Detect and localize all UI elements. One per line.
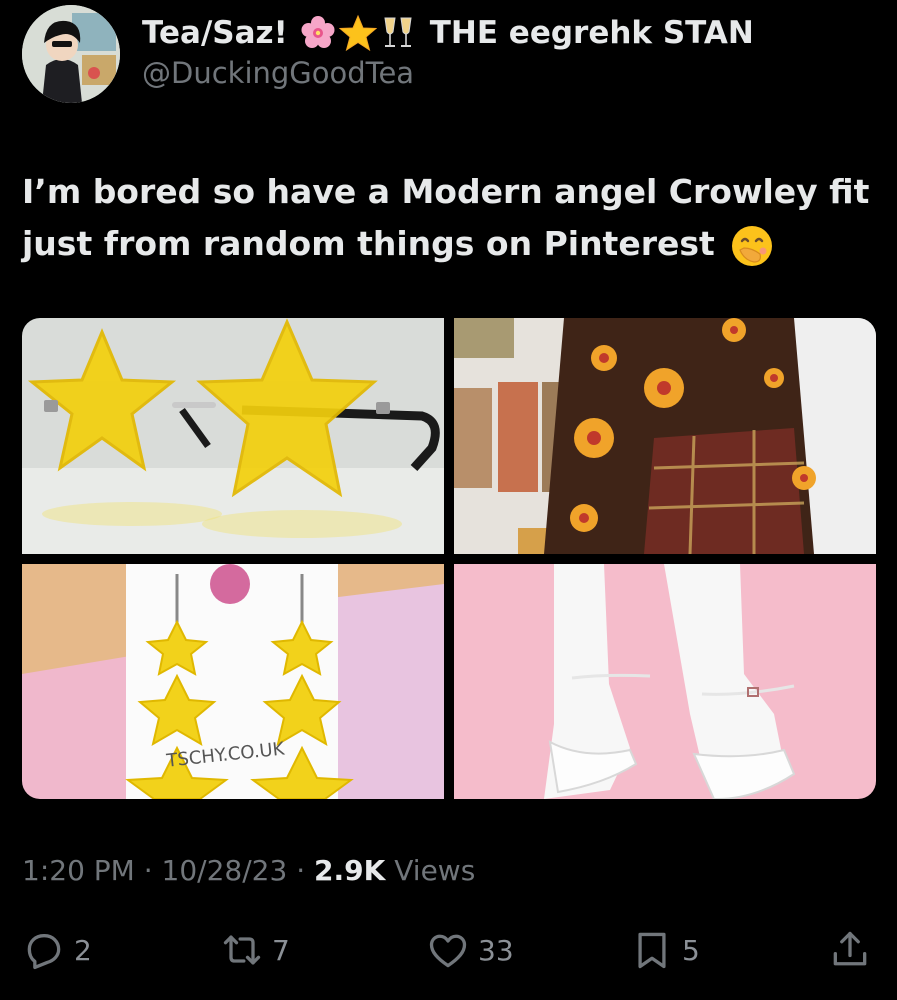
media-star-earrings[interactable]: TSCHY.CO.UK [22,564,444,799]
display-name[interactable]: Tea/Saz! THE eegrehk STAN [142,14,754,52]
reply-button[interactable]: 2 [22,920,92,980]
media-grid: TSCHY.CO.UK [22,318,876,799]
face-with-hand-over-mouth-icon [730,224,774,268]
like-count: 33 [478,933,514,967]
media-flower-cardigan[interactable] [454,318,876,554]
bookmark-button[interactable]: 5 [630,920,700,980]
repost-button[interactable]: 7 [220,920,290,980]
media-star-sunglasses[interactable] [22,318,444,554]
repost-icon [223,935,261,965]
star-sunglasses-image [22,318,444,554]
views-label: Views [394,854,476,887]
tweet-text: I’m bored so have a Modern angel Crowley… [22,166,872,270]
heart-icon [429,934,467,968]
avatar-illustration [22,5,120,103]
handle[interactable]: @DuckingGoodTea [142,56,414,90]
reply-count: 2 [74,933,92,967]
tweet-date[interactable]: 10/28/23 [162,854,288,887]
tweet-meta: 1:20 PM · 10/28/23 · 2.9K Views [22,854,475,887]
meta-separator: · [296,854,306,887]
tweet-time[interactable]: 1:20 PM [22,854,135,887]
meta-separator: · [143,854,153,887]
media-socks-shoes[interactable] [454,564,876,799]
socks-shoes-image [454,564,876,799]
reply-icon [27,934,61,970]
display-name-suffix: THE eegrehk STAN [429,15,754,51]
views-count: 2.9K [314,854,386,887]
share-icon [833,931,867,966]
flower-cardigan-image [454,318,876,554]
repost-count: 7 [272,933,290,967]
display-name-text: Tea/Saz! [142,15,288,51]
star-earrings-image: TSCHY.CO.UK [22,564,444,799]
avatar[interactable] [22,5,120,103]
cherry-blossom-icon [299,14,337,52]
action-bar: 2 7 33 5 [22,920,876,980]
share-button[interactable] [828,920,872,980]
star-icon [338,14,378,52]
like-button[interactable]: 33 [426,920,514,980]
bookmark-count: 5 [682,933,700,967]
bookmark-icon [638,932,666,969]
clinking-glasses-icon [379,14,417,52]
